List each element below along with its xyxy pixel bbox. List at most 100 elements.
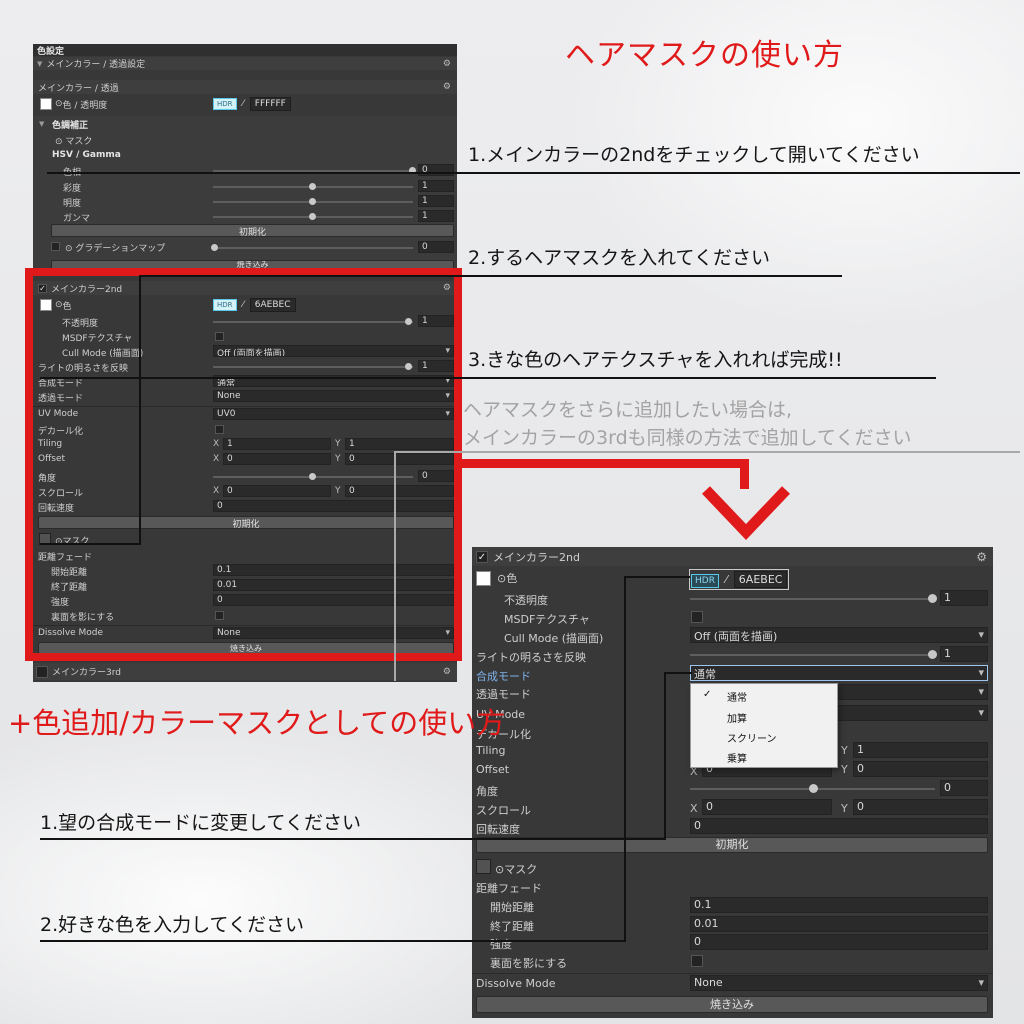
- strength-field[interactable]: 0: [213, 594, 454, 606]
- scroll-label: スクロール: [476, 804, 531, 817]
- opacity-slider-knob[interactable]: [928, 594, 937, 603]
- opacity-slider[interactable]: [213, 321, 413, 323]
- main-color-2nd-header[interactable]: ✓ メインカラー2nd ⚙: [33, 281, 457, 295]
- light-value[interactable]: 1: [940, 646, 988, 662]
- opacity-value[interactable]: 1: [940, 590, 988, 606]
- dissolve-mode-label: Dissolve Mode: [38, 628, 104, 638]
- tiling-y-field[interactable]: 1: [345, 438, 454, 450]
- gear-icon[interactable]: ⚙: [443, 59, 451, 69]
- color-swatch[interactable]: [40, 98, 52, 110]
- scroll-x-field[interactable]: 0: [702, 799, 832, 815]
- blend-mode-dropdown[interactable]: 通常: [690, 665, 988, 681]
- gear-icon[interactable]: ⚙: [443, 283, 451, 293]
- gradient-map-slider[interactable]: [213, 247, 413, 249]
- bake-button-2nd[interactable]: 焼き込み: [38, 642, 454, 654]
- saturation-value[interactable]: 1: [418, 180, 454, 192]
- msdf-checkbox[interactable]: [691, 611, 703, 623]
- bake-button[interactable]: 焼き込み: [476, 996, 988, 1013]
- offset-x-field[interactable]: 0: [223, 453, 331, 465]
- cull-mode-dropdown[interactable]: Off (両面を描画): [690, 627, 988, 643]
- hex-value-2nd[interactable]: 6AEBEC: [249, 298, 296, 312]
- bake-button[interactable]: 焼き込み: [51, 260, 454, 270]
- dissolve-mode-dropdown[interactable]: None: [213, 627, 454, 639]
- main-color-2nd-checkbox[interactable]: ✓: [38, 283, 47, 293]
- tiling-y-field[interactable]: 1: [853, 742, 988, 758]
- opacity-value[interactable]: 1: [418, 315, 454, 327]
- eyedropper-icon[interactable]: ⁄: [242, 300, 244, 310]
- scroll-y-field[interactable]: 0: [853, 799, 988, 815]
- mask-texture-slot[interactable]: [476, 859, 491, 874]
- blend-option-multiply[interactable]: 乗算: [727, 750, 747, 765]
- gear-icon[interactable]: ⚙: [443, 667, 451, 677]
- rotation-speed-field[interactable]: 0: [690, 818, 988, 834]
- hsv-gamma-label: HSV / Gamma: [52, 150, 121, 160]
- color-alpha-label: 色 / 透明度: [62, 100, 108, 111]
- gear-icon[interactable]: ⚙: [976, 550, 987, 564]
- reset-button-2nd[interactable]: 初期化: [38, 516, 454, 530]
- mask-row-2nd: ⊙マスク: [55, 537, 90, 547]
- alpha-mode-dropdown[interactable]: None: [213, 390, 454, 402]
- angle-slider-knob[interactable]: [309, 473, 316, 480]
- start-distance-field[interactable]: 0.1: [690, 897, 988, 913]
- gradient-map-checkbox[interactable]: [51, 242, 60, 251]
- color-swatch[interactable]: [476, 570, 491, 586]
- angle-value[interactable]: 0: [940, 780, 988, 796]
- light-slider[interactable]: [213, 366, 413, 368]
- start-distance-field[interactable]: 0.1: [213, 564, 454, 576]
- step-3-text: 3.きな色のヘアテクスチャを入れれば完成!!: [468, 349, 843, 371]
- blend-option-normal[interactable]: 通常: [727, 689, 747, 704]
- opacity-slider-knob[interactable]: [405, 318, 412, 325]
- saturation-slider-knob[interactable]: [309, 183, 316, 190]
- strength-field[interactable]: 0: [690, 934, 988, 950]
- main-color-header[interactable]: メインカラー / 透過 ⚙: [33, 80, 457, 94]
- alpha-mode-label: 透過モード: [38, 394, 84, 404]
- scroll-x-field[interactable]: 0: [223, 485, 331, 497]
- decal-checkbox[interactable]: [215, 425, 224, 434]
- offset-y-field[interactable]: 0: [345, 453, 454, 465]
- gradient-map-slider-knob[interactable]: [211, 244, 218, 251]
- tiling-x-field[interactable]: 1: [223, 438, 331, 450]
- light-value[interactable]: 1: [418, 360, 454, 372]
- light-slider-knob[interactable]: [405, 363, 412, 370]
- main-color-3rd-checkbox[interactable]: [36, 665, 48, 678]
- light-slider[interactable]: [690, 654, 935, 656]
- gradient-map-value[interactable]: 0: [418, 241, 454, 253]
- collapse-triangle-icon[interactable]: ▼: [39, 120, 44, 128]
- hex-value[interactable]: FFFFFF: [249, 97, 291, 111]
- hue-value[interactable]: 0: [418, 164, 454, 176]
- hex-value[interactable]: 6AEBEC: [733, 571, 788, 588]
- cull-mode-dropdown[interactable]: Off (両面を描画): [213, 345, 454, 357]
- blend-option-add[interactable]: 加算: [727, 710, 747, 725]
- hdr-color-field-2nd[interactable]: HDR ⁄ 6AEBEC: [213, 298, 296, 312]
- reset-button[interactable]: 初期化: [51, 224, 454, 238]
- angle-slider-knob[interactable]: [809, 784, 818, 793]
- eyedropper-icon[interactable]: ⁄: [242, 99, 244, 109]
- offset-y-field[interactable]: 0: [853, 761, 988, 777]
- blend-option-screen[interactable]: スクリーン: [727, 730, 777, 745]
- brightness-slider-knob[interactable]: [309, 198, 316, 205]
- brightness-value[interactable]: 1: [418, 195, 454, 207]
- section-main-color-alpha[interactable]: ▼ メインカラー / 透過設定 ⚙: [33, 57, 457, 70]
- gear-icon[interactable]: ⚙: [443, 82, 451, 92]
- main-color-2nd-checkbox[interactable]: ✓: [476, 550, 488, 563]
- dissolve-mode-dropdown[interactable]: None: [690, 975, 988, 991]
- msdf-checkbox[interactable]: [215, 332, 224, 341]
- main-color-2nd-header[interactable]: ✓ メインカラー2nd ⚙: [472, 547, 993, 566]
- light-slider-knob[interactable]: [928, 650, 937, 659]
- angle-value[interactable]: 0: [418, 470, 454, 482]
- color-swatch-2nd[interactable]: [40, 299, 52, 311]
- hdr-color-field[interactable]: HDR ⁄ 6AEBEC: [689, 569, 790, 590]
- scroll-y-field[interactable]: 0: [345, 485, 454, 497]
- rotation-speed-field[interactable]: 0: [213, 500, 454, 512]
- opacity-slider[interactable]: [690, 598, 935, 600]
- gamma-value[interactable]: 1: [418, 210, 454, 222]
- eyedropper-icon[interactable]: ⁄: [725, 573, 727, 586]
- collapse-triangle-icon[interactable]: ▼: [37, 60, 42, 68]
- hdr-color-field[interactable]: HDR ⁄ FFFFFF: [213, 97, 291, 111]
- end-distance-field[interactable]: 0.01: [690, 916, 988, 932]
- backface-shadow-checkbox[interactable]: [215, 611, 224, 620]
- uv-mode-dropdown[interactable]: UV0: [213, 408, 454, 420]
- backface-shadow-checkbox[interactable]: [691, 955, 703, 967]
- end-distance-field[interactable]: 0.01: [213, 579, 454, 591]
- gamma-slider-knob[interactable]: [309, 213, 316, 220]
